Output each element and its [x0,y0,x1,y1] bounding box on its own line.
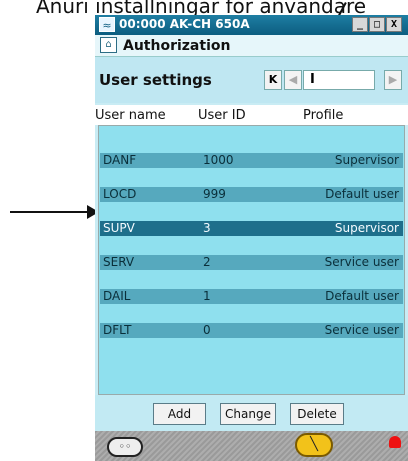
first-record-button[interactable]: K [264,70,282,90]
home-icon[interactable]: ⌂ [100,37,117,53]
column-header-userid: User ID [198,108,246,123]
settings-toolbar: User settings K ◀ I ▶ [95,57,408,103]
previous-record-button[interactable]: ◀ [284,70,302,90]
cell-profile: Service user [324,255,399,269]
column-header-username: User name [95,108,166,123]
cell-username: LOCD [103,187,137,201]
change-button[interactable]: Change [220,403,276,425]
table-row[interactable]: LOCD 999 Default user [100,187,403,202]
cell-username: DANF [103,153,137,167]
page-title: Authorization [123,38,231,54]
page-header: ⌂ Authorization [95,35,408,57]
app-window: ≈ 00:000 AK-CH 650A _ □ X ⌂ Authorizatio… [95,15,408,461]
window-controls: _ □ X [352,17,402,32]
cell-username: SUPV [103,221,135,235]
next-record-button[interactable]: ▶ [384,70,402,90]
wrench-icon[interactable]: ╲ [295,433,333,457]
gamepad-icon[interactable]: ◦◦ [107,437,143,457]
table-header: User name User ID Profile [95,105,408,125]
cell-username: SERV [103,255,135,269]
column-header-profile: Profile [303,108,344,123]
cell-profile: Default user [325,187,399,201]
maximize-button[interactable]: □ [369,17,385,32]
window-titlebar: ≈ 00:000 AK-CH 650A _ □ X [95,15,408,35]
delete-button[interactable]: Delete [290,403,344,425]
status-bar: ◦◦ ╲ [95,431,408,461]
cell-userid: 1 [203,289,211,303]
table-row[interactable]: DFLT 0 Service user [100,323,403,338]
minimize-button[interactable]: _ [352,17,368,32]
cell-profile: Supervisor [334,153,399,167]
table-row[interactable]: DANF 1000 Supervisor [100,153,403,168]
alarm-bell-icon[interactable] [389,436,401,448]
section-title: User settings [99,71,212,89]
table-row-selected[interactable]: SUPV 3 Supervisor [100,221,403,236]
cell-username: DFLT [103,323,132,337]
cell-profile: Service user [324,323,399,337]
window-title: 00:000 AK-CH 650A [119,17,250,31]
cell-userid: 0 [203,323,211,337]
cell-profile: Default user [325,289,399,303]
table-row[interactable]: DAIL 1 Default user [100,289,403,304]
cell-userid: 1000 [203,153,234,167]
table-row[interactable]: SERV 2 Service user [100,255,403,270]
cell-userid: 999 [203,187,226,201]
record-input[interactable]: I [303,70,375,90]
cell-username: DAIL [103,289,131,303]
add-button[interactable]: Add [153,403,206,425]
cell-userid: 2 [203,255,211,269]
user-list[interactable]: DANF 1000 Supervisor LOCD 999 Default us… [98,125,405,395]
cell-userid: 3 [203,221,211,235]
close-button[interactable]: X [386,17,402,32]
cell-profile: Supervisor [334,221,399,235]
window-app-icon: ≈ [99,17,115,32]
callout-arrow [10,205,99,219]
action-bar: Add Change Delete [95,395,408,431]
